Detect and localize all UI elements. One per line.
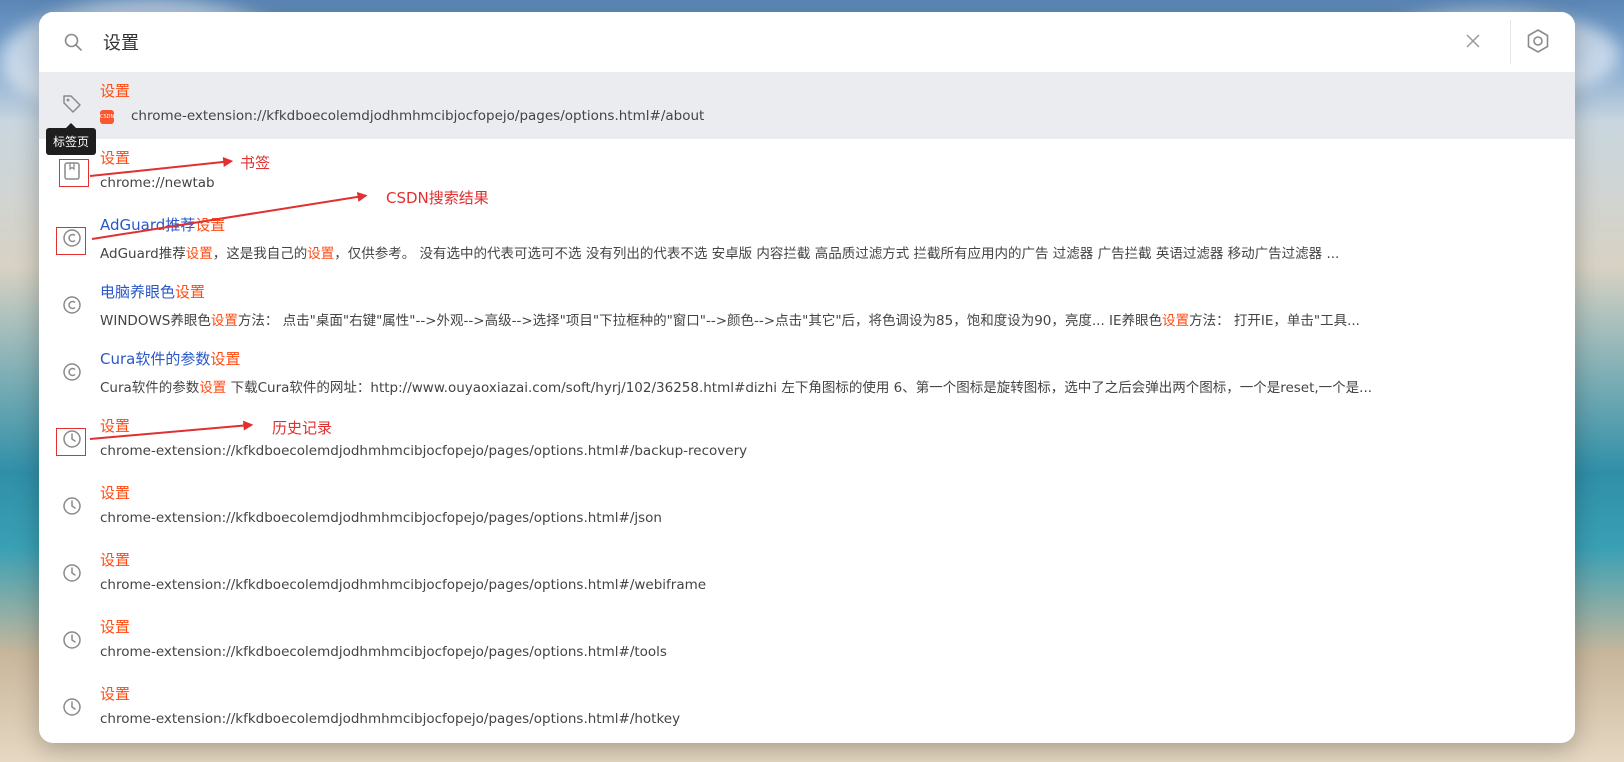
- title-text: Cura软件的参数: [100, 350, 211, 368]
- close-icon[interactable]: [1465, 33, 1481, 49]
- result-title[interactable]: AdGuard推荐设置: [100, 214, 225, 235]
- settings-icon[interactable]: [1525, 28, 1551, 54]
- annotation-box-bookmark: [59, 159, 89, 187]
- result-subtitle: chrome-extension://kfkdboecolemdjodhmhmc…: [100, 443, 748, 459]
- annotation-label-bookmark: 书签: [240, 154, 271, 172]
- clock-icon: [61, 495, 83, 517]
- tooltip: 标签页: [46, 123, 97, 155]
- result-row-search[interactable]: Cura软件的参数设置 Cura软件的参数设置 下载Cura软件的网址：http:…: [39, 340, 1575, 407]
- result-title[interactable]: 电脑养眼色设置: [100, 281, 205, 302]
- result-row-history[interactable]: 设置 chrome-extension://kfkdboecolemdjodhmh…: [39, 608, 1575, 675]
- result-subtitle: chrome-extension://kfkdboecolemdjodhmhmc…: [100, 577, 707, 593]
- result-title[interactable]: 设置: [100, 482, 130, 503]
- title-highlight: 设置: [100, 618, 131, 636]
- launcher-panel: 设置 CSDN chrome-extension://kfkdboecolemdjo…: [39, 12, 1575, 743]
- result-title[interactable]: 设置: [100, 147, 130, 168]
- clock-icon: [61, 629, 83, 651]
- subtitle-text: ，这是我自己的: [212, 246, 308, 262]
- result-subtitle: chrome-extension://kfkdboecolemdjodhmhmc…: [100, 510, 662, 526]
- clock-icon: [61, 562, 83, 584]
- title-highlight: 设置: [175, 283, 206, 301]
- title-highlight: 设置: [100, 82, 131, 100]
- subtitle-text: 方法： 点击"桌面"右键"属性"-->外观-->高级-->选择"项目"下拉框种的…: [237, 313, 1163, 329]
- search-input[interactable]: [101, 26, 1405, 58]
- subtitle-highlight: 设置: [185, 246, 213, 262]
- result-title[interactable]: Cura软件的参数设置: [100, 348, 240, 369]
- title-highlight: 设置: [100, 484, 131, 502]
- result-title[interactable]: 设置: [100, 683, 130, 704]
- result-subtitle: AdGuard推荐设置，这是我自己的设置，仅供参考。 没有选中的代表可选可不选 …: [100, 242, 1540, 262]
- result-subtitle: Cura软件的参数设置 下载Cura软件的网址：http://www.ouyao…: [100, 376, 1540, 396]
- title-highlight: 设置: [100, 685, 131, 703]
- subtitle-highlight: 设置: [1162, 313, 1190, 329]
- subtitle-highlight: 设置: [199, 380, 227, 396]
- result-subtitle: chrome://newtab: [100, 175, 215, 191]
- subtitle-text: 方法： 打开IE，单击"工具...: [1189, 313, 1360, 329]
- title-highlight: 设置: [100, 417, 131, 435]
- result-subtitle: chrome-extension://kfkdboecolemdjodhmhmc…: [100, 711, 681, 727]
- result-row-history[interactable]: 设置 chrome-extension://kfkdboecolemdjodhmh…: [39, 675, 1575, 742]
- annotation-box-csdn: [56, 227, 86, 255]
- subtitle-text: ，仅供参考。 没有选中的代表可选可不选 没有列出的代表不选 安卓版 内容拦截 高…: [334, 246, 1340, 262]
- subtitle-text: 下载Cura软件的网址：http://www.ouyaoxiazai.com/s…: [226, 380, 1373, 396]
- result-title[interactable]: 设置: [100, 549, 130, 570]
- result-row-tab[interactable]: 设置 CSDN chrome-extension://kfkdboecolemdjo…: [39, 72, 1575, 139]
- subtitle-text: WINDOWS养眼色: [100, 313, 211, 329]
- copyright-icon: [61, 361, 83, 383]
- search-bar: [39, 12, 1575, 72]
- result-row-search[interactable]: AdGuard推荐设置 AdGuard推荐设置，这是我自己的设置，仅供参考。 没有…: [39, 206, 1575, 273]
- csdn-favicon: CSDN: [100, 110, 114, 124]
- tag-icon: [61, 93, 83, 115]
- subtitle-text: Cura软件的参数: [100, 380, 200, 396]
- subtitle-highlight: 设置: [307, 246, 335, 262]
- result-subtitle: chrome-extension://kfkdboecolemdjodhmhmc…: [131, 108, 705, 124]
- annotation-box-history: [56, 428, 86, 456]
- result-title[interactable]: 设置: [100, 80, 130, 101]
- subtitle-text: AdGuard推荐: [100, 246, 186, 262]
- copyright-icon: [61, 294, 83, 316]
- result-title[interactable]: 设置: [100, 616, 130, 637]
- divider: [1510, 20, 1511, 64]
- annotation-label-csdn: CSDN搜索结果: [386, 189, 489, 207]
- annotation-label-history: 历史记录: [272, 419, 333, 437]
- result-row-history[interactable]: 设置 chrome-extension://kfkdboecolemdjodhmh…: [39, 474, 1575, 541]
- title-text: 电脑养眼色: [100, 283, 176, 301]
- result-row-search[interactable]: 电脑养眼色设置 WINDOWS养眼色设置方法： 点击"桌面"右键"属性"-->外观…: [39, 273, 1575, 340]
- title-highlight: 设置: [100, 551, 131, 569]
- result-row-history[interactable]: 设置 chrome-extension://kfkdboecolemdjodhmh…: [39, 541, 1575, 608]
- subtitle-highlight: 设置: [210, 313, 238, 329]
- clock-icon: [61, 696, 83, 718]
- title-highlight: 设置: [210, 350, 241, 368]
- result-subtitle: WINDOWS养眼色设置方法： 点击"桌面"右键"属性"-->外观-->高级--…: [100, 309, 1540, 329]
- result-subtitle: chrome-extension://kfkdboecolemdjodhmhmc…: [100, 644, 667, 660]
- result-row-history[interactable]: 设置 chrome-extension://kfkdboecolemdjodhmh…: [39, 407, 1575, 474]
- title-highlight: 设置: [100, 149, 131, 167]
- result-title[interactable]: 设置: [100, 415, 130, 436]
- search-icon: [64, 33, 82, 51]
